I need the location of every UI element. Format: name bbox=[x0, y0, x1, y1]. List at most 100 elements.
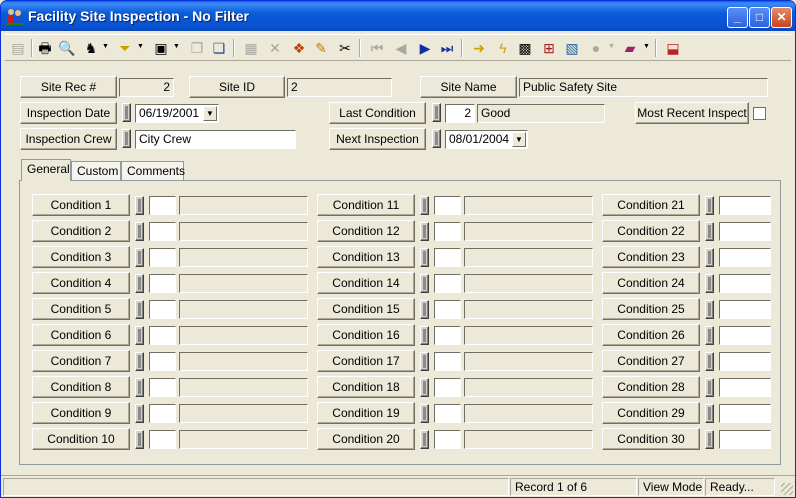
new-record-icon[interactable]: ▣ bbox=[151, 38, 171, 58]
condition-button[interactable]: Condition 9 bbox=[32, 402, 130, 424]
lightning-icon[interactable]: ϟ bbox=[493, 38, 513, 58]
inspection-crew-button[interactable]: Inspection Crew bbox=[20, 128, 117, 150]
tab-comments[interactable]: Comments bbox=[121, 161, 185, 180]
cut-icon[interactable]: ✂ bbox=[335, 38, 355, 58]
globe-icon[interactable]: ● bbox=[586, 38, 606, 58]
condition-code-field[interactable] bbox=[434, 274, 461, 293]
condition-button[interactable]: Condition 24 bbox=[602, 272, 700, 294]
condition-button[interactable]: Condition 3 bbox=[32, 246, 130, 268]
minimize-button[interactable]: _ bbox=[727, 7, 748, 28]
condition-code-field[interactable] bbox=[434, 378, 461, 397]
close-form-icon[interactable]: ⬓ bbox=[663, 38, 683, 58]
condition-button[interactable]: Condition 22 bbox=[602, 220, 700, 242]
tab-custom[interactable]: Custom bbox=[71, 161, 121, 180]
condition-button[interactable]: Condition 14 bbox=[317, 272, 415, 294]
condition-code-field[interactable] bbox=[149, 352, 176, 371]
layers-icon[interactable]: ❖ bbox=[289, 38, 309, 58]
site-name-button[interactable]: Site Name bbox=[420, 76, 517, 98]
inspection-crew-field[interactable]: City Crew bbox=[135, 130, 296, 149]
tab-general[interactable]: General bbox=[21, 159, 71, 181]
condition-button[interactable]: Condition 21 bbox=[602, 194, 700, 216]
title-bar[interactable]: Facility Site Inspection - No Filter _ □… bbox=[1, 1, 795, 31]
go-to-icon[interactable]: ➜ bbox=[469, 38, 489, 58]
find-icon[interactable]: ♞ bbox=[81, 38, 101, 58]
first-record-icon[interactable]: ⏮ bbox=[367, 38, 387, 58]
condition-button[interactable]: Condition 7 bbox=[32, 350, 130, 372]
condition-code-field[interactable] bbox=[149, 222, 176, 241]
condition-button[interactable]: Condition 2 bbox=[32, 220, 130, 242]
condition-code-field[interactable] bbox=[719, 274, 771, 293]
condition-code-field[interactable] bbox=[149, 430, 176, 449]
books-icon[interactable]: ▰ bbox=[620, 38, 640, 58]
condition-code-field[interactable] bbox=[149, 248, 176, 267]
save-icon[interactable]: ▦ bbox=[241, 38, 261, 58]
condition-code-field[interactable] bbox=[149, 326, 176, 345]
condition-code-field[interactable] bbox=[434, 352, 461, 371]
next-record-icon[interactable]: ▶ bbox=[415, 38, 435, 58]
delete-icon[interactable]: ✕ bbox=[265, 38, 285, 58]
condition-button[interactable]: Condition 1 bbox=[32, 194, 130, 216]
copy-record-icon[interactable]: ❐ bbox=[187, 38, 207, 58]
filter-dropdown-icon[interactable]: ▼ bbox=[137, 43, 144, 50]
previous-record-icon[interactable]: ◀ bbox=[391, 38, 411, 58]
condition-button[interactable]: Condition 11 bbox=[317, 194, 415, 216]
condition-button[interactable]: Condition 10 bbox=[32, 428, 130, 450]
globe-dropdown-icon[interactable]: ▼ bbox=[608, 43, 615, 50]
print-icon[interactable]: 🖶 bbox=[35, 38, 55, 58]
condition-button[interactable]: Condition 5 bbox=[32, 298, 130, 320]
close-button[interactable]: ✕ bbox=[771, 7, 792, 28]
condition-code-field[interactable] bbox=[434, 404, 461, 423]
condition-button[interactable]: Condition 17 bbox=[317, 350, 415, 372]
paste-icon[interactable]: ❏ bbox=[209, 38, 229, 58]
map-icon[interactable]: ▩ bbox=[515, 38, 535, 58]
condition-button[interactable]: Condition 12 bbox=[317, 220, 415, 242]
condition-button[interactable]: Condition 6 bbox=[32, 324, 130, 346]
most-recent-inspect-button[interactable]: Most Recent Inspect bbox=[635, 102, 749, 124]
most-recent-checkbox[interactable] bbox=[753, 107, 766, 120]
condition-code-field[interactable] bbox=[149, 378, 176, 397]
condition-button[interactable]: Condition 26 bbox=[602, 324, 700, 346]
filter-icon[interactable]: ⏷ bbox=[115, 38, 135, 58]
condition-button[interactable]: Condition 30 bbox=[602, 428, 700, 450]
next-inspection-combo[interactable]: 08/01/2004 ▼ bbox=[445, 130, 528, 149]
chevron-down-icon[interactable]: ▼ bbox=[512, 132, 526, 147]
resize-grip[interactable] bbox=[781, 483, 793, 495]
condition-code-field[interactable] bbox=[719, 378, 771, 397]
condition-button[interactable]: Condition 4 bbox=[32, 272, 130, 294]
condition-code-field[interactable] bbox=[149, 274, 176, 293]
condition-button[interactable]: Condition 18 bbox=[317, 376, 415, 398]
new-record-dropdown-icon[interactable]: ▼ bbox=[173, 43, 180, 50]
tree-icon[interactable]: ⊞ bbox=[539, 38, 559, 58]
condition-button[interactable]: Condition 19 bbox=[317, 402, 415, 424]
condition-code-field[interactable] bbox=[434, 196, 461, 215]
chevron-down-icon[interactable]: ▼ bbox=[203, 106, 217, 121]
condition-code-field[interactable] bbox=[719, 352, 771, 371]
condition-code-field[interactable] bbox=[434, 300, 461, 319]
site-id-button[interactable]: Site ID bbox=[189, 76, 285, 98]
condition-button[interactable]: Condition 28 bbox=[602, 376, 700, 398]
edit-pencil-icon[interactable]: ✎ bbox=[311, 38, 331, 58]
condition-button[interactable]: Condition 16 bbox=[317, 324, 415, 346]
inspection-date-button[interactable]: Inspection Date bbox=[20, 102, 117, 124]
find-dropdown-icon[interactable]: ▼ bbox=[102, 43, 109, 50]
site-rec-button[interactable]: Site Rec # bbox=[20, 76, 117, 98]
next-inspection-button[interactable]: Next Inspection bbox=[329, 128, 426, 150]
last-condition-button[interactable]: Last Condition bbox=[329, 102, 426, 124]
condition-code-field[interactable] bbox=[719, 430, 771, 449]
condition-button[interactable]: Condition 13 bbox=[317, 246, 415, 268]
condition-code-field[interactable] bbox=[434, 222, 461, 241]
last-record-icon[interactable]: ⏭ bbox=[437, 38, 457, 58]
condition-button[interactable]: Condition 25 bbox=[602, 298, 700, 320]
view-icon[interactable]: ▤ bbox=[8, 38, 28, 58]
condition-button[interactable]: Condition 29 bbox=[602, 402, 700, 424]
inspection-date-combo[interactable]: 06/19/2001 ▼ bbox=[135, 104, 219, 123]
condition-button[interactable]: Condition 15 bbox=[317, 298, 415, 320]
condition-code-field[interactable] bbox=[719, 326, 771, 345]
condition-code-field[interactable] bbox=[719, 404, 771, 423]
condition-code-field[interactable] bbox=[719, 300, 771, 319]
condition-code-field[interactable] bbox=[434, 430, 461, 449]
condition-code-field[interactable] bbox=[434, 326, 461, 345]
report-icon[interactable]: ▧ bbox=[562, 38, 582, 58]
condition-code-field[interactable] bbox=[149, 404, 176, 423]
condition-button[interactable]: Condition 20 bbox=[317, 428, 415, 450]
